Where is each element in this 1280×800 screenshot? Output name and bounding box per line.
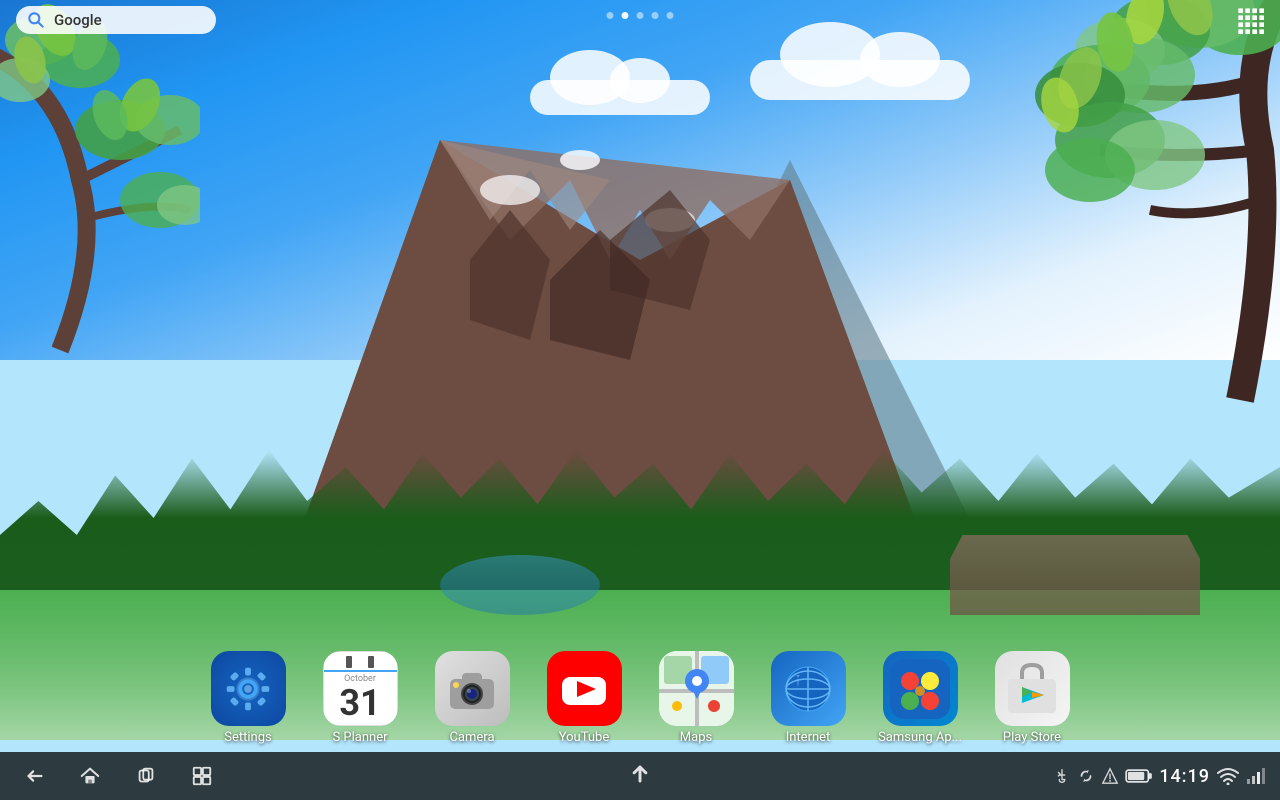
- splanner-icon: October 31: [323, 651, 398, 726]
- status-bar: 14:19: [0, 752, 1280, 800]
- usb-icon: [1053, 767, 1071, 785]
- samsung-svg: [890, 659, 950, 719]
- camera-icon-wrapper: [435, 651, 510, 726]
- maps-svg: [659, 651, 734, 726]
- recent-apps-button[interactable]: [132, 762, 160, 790]
- apps-grid-icon: [1236, 6, 1264, 34]
- google-search-bar[interactable]: Google: [16, 6, 216, 34]
- wifi-icon: [1216, 767, 1240, 785]
- back-icon: [23, 765, 45, 787]
- app-internet[interactable]: Internet: [758, 651, 858, 745]
- wifi-symbol: [1216, 767, 1240, 785]
- page-dot-4[interactable]: [652, 12, 659, 19]
- warning-icon: [1101, 767, 1119, 785]
- camera-label: Camera: [449, 730, 494, 745]
- battery-symbol: [1125, 767, 1153, 785]
- maps-icon: [659, 651, 734, 726]
- internet-svg: [778, 659, 838, 719]
- playstore-svg: [1002, 659, 1062, 719]
- sync-icon: [1077, 767, 1095, 785]
- youtube-label: YouTube: [559, 730, 610, 745]
- home-icon: [79, 765, 101, 787]
- recycle-symbol: [1077, 767, 1095, 785]
- warning-symbol: [1101, 767, 1119, 785]
- settings-icon: [211, 651, 286, 726]
- samsung-icon-wrapper: [883, 651, 958, 726]
- page-dots: [607, 12, 674, 19]
- playstore-label: Play Store: [1003, 730, 1061, 745]
- bridge: [950, 535, 1200, 615]
- pond: [440, 555, 600, 615]
- page-dot-1[interactable]: [607, 12, 614, 19]
- playstore-icon-wrapper: [995, 651, 1070, 726]
- back-button[interactable]: [20, 762, 48, 790]
- usb-symbol: [1053, 767, 1071, 785]
- app-splanner[interactable]: October 31 S Planner: [310, 651, 410, 745]
- page-dot-3[interactable]: [637, 12, 644, 19]
- menu-icon: [191, 765, 213, 787]
- youtube-icon: [547, 651, 622, 726]
- splanner-label: S Planner: [332, 730, 387, 745]
- signal-icon: [1246, 767, 1266, 785]
- google-label: Google: [54, 11, 102, 29]
- search-icon: [26, 10, 46, 30]
- app-dock: Settings October 31 S Planner: [188, 651, 1092, 745]
- app-playstore[interactable]: Play Store: [982, 651, 1082, 745]
- app-samsung[interactable]: Samsung Ap...: [870, 651, 970, 745]
- page-dot-5[interactable]: [667, 12, 674, 19]
- settings-label: Settings: [224, 730, 271, 745]
- planner-date: 31: [339, 684, 380, 724]
- menu-button[interactable]: [188, 762, 216, 790]
- youtube-svg: [554, 659, 614, 719]
- samsung-icon: [883, 651, 958, 726]
- samsung-label: Samsung Ap...: [878, 730, 962, 745]
- status-right: 14:19: [1053, 766, 1280, 787]
- home-button[interactable]: [76, 762, 104, 790]
- app-settings[interactable]: Settings: [198, 651, 298, 745]
- splanner-icon-wrapper: October 31: [323, 651, 398, 726]
- center-up-button[interactable]: [626, 760, 654, 792]
- app-youtube[interactable]: YouTube: [534, 651, 634, 745]
- settings-gear-icon: [219, 660, 277, 718]
- maps-label: Maps: [680, 730, 712, 745]
- camera-icon: [435, 651, 510, 726]
- camera-svg: [442, 659, 502, 719]
- apps-grid-button[interactable]: [1236, 6, 1264, 34]
- left-tree: [0, 0, 200, 400]
- app-maps[interactable]: Maps: [646, 651, 746, 745]
- settings-icon-wrapper: [211, 651, 286, 726]
- page-dot-2[interactable]: [622, 12, 629, 19]
- internet-icon-wrapper: [771, 651, 846, 726]
- right-tree: [1000, 0, 1280, 450]
- battery-icon: [1125, 767, 1153, 785]
- nav-buttons: [0, 762, 216, 790]
- youtube-icon-wrapper: [547, 651, 622, 726]
- internet-label: Internet: [786, 730, 831, 745]
- center-up-icon: [626, 760, 654, 788]
- playstore-icon: [995, 651, 1070, 726]
- app-camera[interactable]: Camera: [422, 651, 522, 745]
- internet-icon: [771, 651, 846, 726]
- status-time: 14:19: [1159, 766, 1210, 787]
- top-bar: Google: [0, 0, 1280, 40]
- maps-icon-wrapper: [659, 651, 734, 726]
- signal-bars: [1246, 767, 1266, 785]
- recent-apps-icon: [135, 765, 157, 787]
